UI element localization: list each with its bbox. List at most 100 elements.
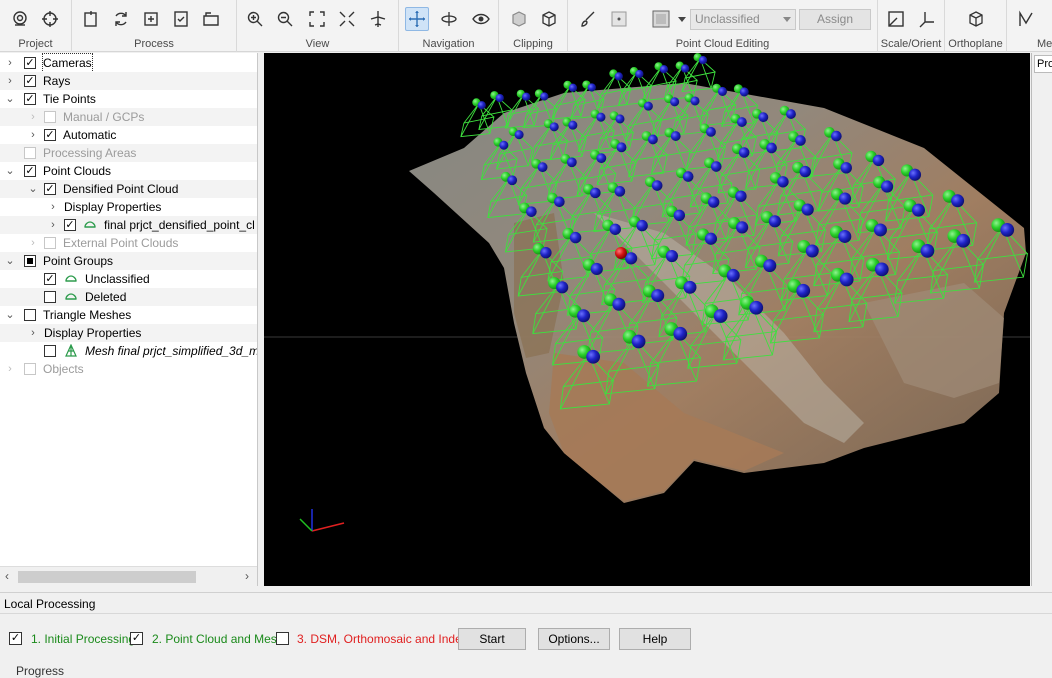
zoom-in-icon[interactable]	[243, 7, 267, 31]
eye-icon[interactable]	[469, 7, 493, 31]
scroll-left-icon[interactable]: ‹	[5, 569, 9, 583]
camera-computed-marker[interactable]	[643, 101, 653, 111]
triangle-meshes-checkbox[interactable]	[24, 309, 36, 321]
open-folder-icon[interactable]	[199, 7, 223, 31]
scale-icon[interactable]	[884, 7, 908, 31]
chevron-right-icon[interactable]: ›	[28, 234, 38, 252]
camera-computed-marker[interactable]	[614, 186, 626, 197]
classification-select[interactable]: Unclassified	[690, 9, 796, 30]
camera-computed-marker[interactable]	[738, 147, 750, 158]
camera-computed-marker[interactable]	[635, 69, 644, 79]
check-report-icon[interactable]	[169, 7, 193, 31]
cameras-checkbox[interactable]: ✓	[24, 57, 36, 69]
tree-item-manual-gcps[interactable]: › Manual / GCPs	[0, 108, 257, 126]
tree-item-point-clouds[interactable]: ⌄ ✓ Point Clouds	[0, 162, 257, 180]
camera-computed-marker[interactable]	[874, 262, 889, 277]
camera-computed-marker[interactable]	[873, 223, 887, 237]
camera-computed-marker[interactable]	[616, 142, 627, 153]
camera-computed-marker[interactable]	[831, 130, 842, 142]
camera-computed-marker[interactable]	[799, 165, 811, 178]
chevron-down-icon[interactable]: ⌄	[5, 90, 15, 108]
brush-icon[interactable]	[576, 7, 600, 31]
camera-computed-marker[interactable]	[577, 309, 591, 323]
camera-computed-marker[interactable]	[908, 168, 922, 181]
project-icon[interactable]	[8, 7, 32, 31]
tree-item-display-properties[interactable]: › Display Properties	[0, 198, 257, 216]
camera-computed-marker[interactable]	[566, 157, 577, 168]
camera-computed-marker[interactable]	[706, 126, 716, 137]
camera-computed-marker[interactable]	[609, 223, 621, 235]
point-size-icon[interactable]	[610, 7, 628, 31]
chevron-down-icon[interactable]: ⌄	[5, 162, 15, 180]
chevron-down-icon[interactable]: ⌄	[5, 252, 15, 270]
orbit-icon[interactable]	[437, 7, 461, 31]
camera-computed-marker[interactable]	[587, 83, 596, 92]
scroll-right-icon[interactable]: ›	[245, 569, 249, 583]
clipping-box-icon[interactable]	[507, 7, 531, 31]
zoom-out-icon[interactable]	[273, 7, 297, 31]
camera-computed-marker[interactable]	[648, 134, 658, 145]
start-button[interactable]: Start	[458, 628, 526, 650]
point-clouds-checkbox[interactable]: ✓	[24, 165, 36, 177]
camera-computed-marker[interactable]	[795, 135, 806, 146]
camera-computed-marker[interactable]	[840, 162, 852, 174]
navigate-move-icon[interactable]	[405, 7, 429, 31]
camera-computed-marker[interactable]	[736, 221, 749, 234]
unclassified-checkbox[interactable]: ✓	[44, 273, 56, 285]
measure-icon[interactable]	[1014, 7, 1038, 31]
tree-item-mesh-display-properties[interactable]: › Display Properties	[0, 324, 257, 342]
camera-computed-marker[interactable]	[507, 175, 518, 186]
camera-computed-marker[interactable]	[540, 247, 552, 259]
camera-computed-marker[interactable]	[670, 131, 681, 141]
camera-computed-marker[interactable]	[636, 219, 648, 232]
camera-computed-marker[interactable]	[786, 109, 796, 119]
camera-computed-marker[interactable]	[768, 215, 781, 228]
tree-item-triangle-meshes[interactable]: ⌄ Triangle Meshes	[0, 306, 257, 324]
camera-computed-marker[interactable]	[522, 92, 531, 101]
objects-checkbox[interactable]	[24, 363, 36, 375]
camera-computed-marker[interactable]	[796, 283, 811, 298]
mesh-final-checkbox[interactable]	[44, 345, 56, 357]
deleted-checkbox[interactable]	[44, 291, 56, 303]
camera-computed-marker[interactable]	[556, 281, 569, 294]
processing-tab[interactable]: Pro	[1034, 55, 1052, 73]
step1-label[interactable]: 1. Initial Processing	[31, 632, 135, 646]
camera-computed-marker[interactable]	[670, 97, 680, 107]
tree-item-rays[interactable]: › ✓ Rays	[0, 72, 257, 90]
chevron-down-icon[interactable]: ⌄	[5, 306, 15, 324]
chevron-down-icon[interactable]: ⌄	[28, 180, 38, 198]
tree-item-tie-points[interactable]: ⌄ ✓ Tie Points	[0, 90, 257, 108]
step1-checkbox[interactable]: ✓	[9, 632, 22, 645]
camera-computed-marker[interactable]	[713, 309, 728, 323]
camera-computed-marker[interactable]	[568, 83, 578, 92]
camera-computed-marker[interactable]	[590, 262, 603, 276]
camera-computed-marker[interactable]	[682, 171, 694, 182]
reprocess-icon[interactable]	[109, 7, 133, 31]
orthoplane-cube-icon[interactable]	[964, 7, 988, 31]
tree-item-external-point-clouds[interactable]: › External Point Clouds	[0, 234, 257, 252]
chevron-right-icon[interactable]: ›	[5, 360, 15, 378]
camera-computed-marker[interactable]	[549, 122, 559, 132]
camera-computed-marker[interactable]	[739, 87, 749, 97]
camera-computed-marker[interactable]	[951, 194, 965, 208]
chevron-right-icon[interactable]: ›	[28, 126, 38, 144]
camera-computed-marker[interactable]	[1000, 223, 1015, 237]
step2-label[interactable]: 2. Point Cloud and Mesh	[152, 632, 283, 646]
camera-computed-marker[interactable]	[499, 140, 509, 150]
camera-computed-marker[interactable]	[956, 233, 971, 248]
camera-computed-marker[interactable]	[839, 272, 854, 287]
camera-computed-marker[interactable]	[477, 101, 486, 110]
camera-computed-marker[interactable]	[651, 289, 665, 303]
camera-computed-marker[interactable]	[569, 231, 582, 244]
camera-computed-marker[interactable]	[726, 268, 740, 282]
camera-computed-marker[interactable]	[612, 297, 626, 311]
chevron-right-icon[interactable]: ›	[28, 324, 38, 342]
assign-button[interactable]: Assign	[799, 9, 871, 30]
camera-computed-marker[interactable]	[698, 56, 708, 65]
camera-computed-marker[interactable]	[614, 72, 623, 81]
camera-computed-marker[interactable]	[704, 232, 718, 245]
camera-computed-marker[interactable]	[659, 65, 669, 74]
tree-item-cameras[interactable]: › ✓ Cameras	[0, 53, 257, 73]
tree-item-mesh-final[interactable]: Mesh final prjct_simplified_3d_m	[0, 342, 257, 360]
tree-item-unclassified[interactable]: ✓ Unclassified	[0, 270, 257, 288]
